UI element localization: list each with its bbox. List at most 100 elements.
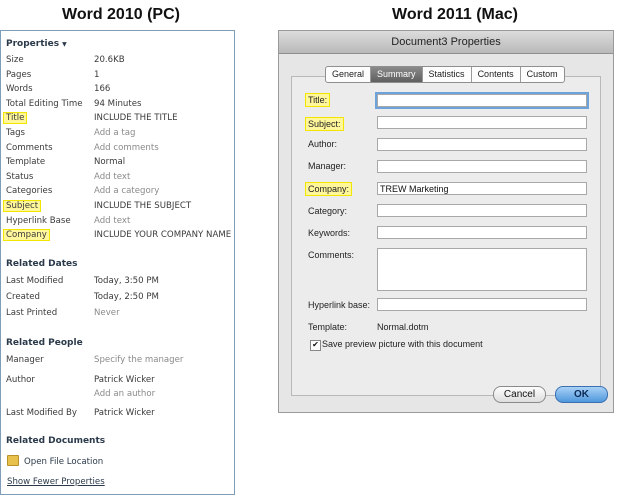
property-value[interactable]: Add text <box>94 216 130 226</box>
open-file-location-label: Open File Location <box>24 457 104 467</box>
chevron-down-icon: ▼ <box>62 41 67 48</box>
related-documents-title: Related Documents <box>6 436 106 446</box>
last-modified-by-value: Patrick Wicker <box>94 408 155 418</box>
checkmark-icon: ✔ <box>312 340 319 349</box>
word-2010-heading: Word 2010 (PC) <box>62 6 180 23</box>
comments-field[interactable] <box>377 248 587 291</box>
tab-general[interactable]: General <box>326 67 372 82</box>
property-value[interactable]: Add text <box>94 172 130 182</box>
property-value: 94 Minutes <box>94 98 142 109</box>
property-value[interactable]: INCLUDE YOUR COMPANY NAME <box>94 230 231 240</box>
property-row: Hyperlink Base Add text <box>1 216 234 230</box>
date-label: Last Modified <box>6 276 64 286</box>
property-row: Total Editing Time 94 Minutes <box>1 99 234 113</box>
tab-bar: General Summary Statistics Contents Custom <box>325 66 565 83</box>
tab-summary[interactable]: Summary <box>371 67 423 82</box>
property-value[interactable]: Add a category <box>94 186 159 196</box>
add-author-link[interactable]: Add an author <box>94 389 155 399</box>
property-label: Template <box>6 157 46 168</box>
property-label: Hyperlink Base <box>6 215 71 226</box>
date-value: Today, 3:50 PM <box>94 276 159 286</box>
window-title: Document3 Properties <box>279 31 613 54</box>
template-label: Template: <box>308 322 348 332</box>
author-row: Author Patrick Wicker <box>1 375 234 389</box>
property-row: Size 20.6KB <box>1 55 234 69</box>
property-label: Company <box>3 229 50 242</box>
date-label: Last Printed <box>6 308 58 318</box>
show-fewer-properties-link[interactable]: Show Fewer Properties <box>7 477 105 487</box>
author-field[interactable] <box>377 138 587 151</box>
date-value: Today, 2:50 PM <box>94 292 159 302</box>
template-value: Normal.dotm <box>377 322 429 332</box>
property-label: Pages <box>6 69 32 80</box>
property-value: Normal <box>94 157 126 168</box>
related-people-title: Related People <box>6 338 83 348</box>
property-label: Comments <box>6 142 53 153</box>
property-value[interactable]: INCLUDE THE TITLE <box>94 113 178 123</box>
manager-field[interactable] <box>377 160 587 173</box>
date-row: Last Modified Today, 3:50 PM <box>1 276 234 290</box>
property-label: Title <box>2 112 28 125</box>
mac-properties-dialog: Document3 Properties General Summary Stati… <box>278 30 614 413</box>
property-row: Title INCLUDE THE TITLE <box>1 112 234 127</box>
manager-label: Manager <box>6 355 44 365</box>
tab-statistics[interactable]: Statistics <box>423 67 472 82</box>
cancel-button[interactable]: Cancel <box>493 386 546 403</box>
subject-field[interactable] <box>377 116 587 129</box>
add-author-row: Add an author <box>1 389 234 403</box>
author-label: Author: <box>308 139 338 149</box>
property-label: Categories <box>6 186 53 197</box>
property-value: 1 <box>94 69 100 80</box>
tab-contents[interactable]: Contents <box>472 67 521 82</box>
property-label: Subject <box>2 200 42 212</box>
date-label: Created <box>6 292 41 302</box>
property-row: Status Add text <box>1 172 234 186</box>
comments-label: Comments: <box>308 250 355 260</box>
save-preview-checkbox[interactable]: ✔ <box>310 340 321 351</box>
properties-title: Properties <box>6 39 60 49</box>
manager-row: Manager Specify the manager <box>1 355 234 369</box>
company-field[interactable] <box>377 182 587 195</box>
last-modified-by-row: Last Modified By Patrick Wicker <box>1 408 234 422</box>
word-2010-properties-panel: Properties ▼ Size 20.6KB Pages 1 Words 166 Tota… <box>0 30 235 495</box>
property-row: Categories Add a category <box>1 186 234 200</box>
property-row: Comments Add comments <box>1 143 234 157</box>
property-row: Company INCLUDE YOUR COMPANY NAME <box>1 229 234 244</box>
keywords-field[interactable] <box>377 226 587 239</box>
property-value[interactable]: Add comments <box>94 143 159 153</box>
property-value[interactable]: INCLUDE THE SUBJECT <box>94 201 191 211</box>
property-value[interactable]: Add a tag <box>94 128 135 138</box>
property-row: Subject INCLUDE THE SUBJECT <box>1 200 234 215</box>
property-row: Template Normal <box>1 157 234 171</box>
last-modified-by-label: Last Modified By <box>6 408 78 418</box>
manager-value[interactable]: Specify the manager <box>94 355 183 365</box>
subject-label: Subject: <box>305 117 344 131</box>
property-label: Size <box>6 55 24 65</box>
save-preview-label: Save preview picture with this document <box>322 339 483 349</box>
title-label: Title: <box>304 93 331 107</box>
property-row: Pages 1 <box>1 70 234 84</box>
property-label: Tags <box>6 128 26 138</box>
date-value: Never <box>94 308 120 318</box>
author-value[interactable]: Patrick Wicker <box>94 375 155 385</box>
properties-dropdown[interactable]: Properties ▼ <box>6 39 67 49</box>
manager-label: Manager: <box>308 161 347 171</box>
property-label: Status <box>6 171 34 182</box>
folder-icon <box>7 455 19 466</box>
open-file-location-link[interactable]: Open File Location <box>7 455 104 467</box>
related-dates-title: Related Dates <box>6 259 78 269</box>
title-field[interactable] <box>375 92 589 109</box>
category-label: Category: <box>308 206 348 216</box>
category-field[interactable] <box>377 204 587 217</box>
property-value: 166 <box>94 84 111 95</box>
property-value: 20.6KB <box>94 55 125 65</box>
ok-button[interactable]: OK <box>555 386 608 403</box>
property-label: Total Editing Time <box>6 98 83 109</box>
tab-custom[interactable]: Custom <box>521 67 564 82</box>
date-row: Last Printed Never <box>1 308 234 322</box>
hyperlink-base-field[interactable] <box>377 298 587 311</box>
keywords-label: Keywords: <box>308 228 351 238</box>
author-label: Author <box>6 375 35 385</box>
property-row: Words 166 <box>1 84 234 98</box>
word-2011-heading: Word 2011 (Mac) <box>392 6 518 23</box>
